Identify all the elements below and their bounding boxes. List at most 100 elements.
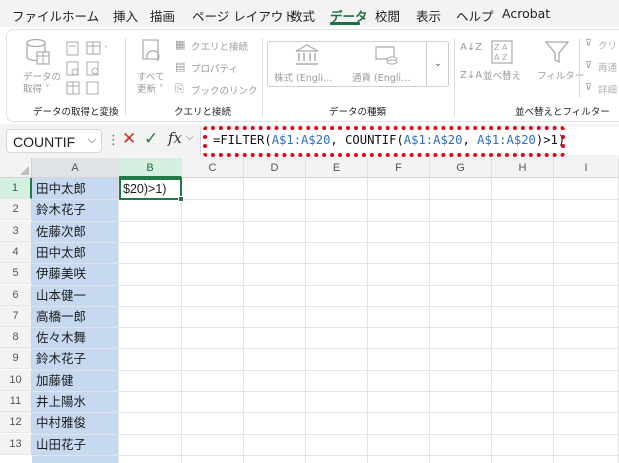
tab-file[interactable]: ファイル <box>12 6 62 25</box>
tab-help[interactable]: ヘルプ <box>456 6 494 25</box>
cell-a9[interactable]: 鈴木花子 <box>36 348 86 369</box>
refresh-all-button[interactable]: すべて 更新 ˅ <box>131 38 171 98</box>
tab-view[interactable]: 表示 <box>416 6 441 25</box>
column-header-b[interactable]: B <box>119 158 182 178</box>
edit-links-label: ブックのリンク <box>191 86 258 97</box>
active-tab-indicator <box>330 22 360 25</box>
cell-a5[interactable]: 伊藤美咲 <box>36 263 86 284</box>
column-gridline <box>305 178 306 463</box>
currencies-button[interactable]: 通貨 (Engli… <box>350 44 424 84</box>
row-header-4[interactable]: 4 <box>0 241 32 263</box>
row-gridline <box>32 241 619 243</box>
cell-a1[interactable]: 田中太郎 <box>36 178 86 199</box>
row-header-6[interactable]: 6 <box>0 284 32 306</box>
sort-descending-icon[interactable]: Z↓A <box>460 70 482 81</box>
column-header-g[interactable]: G <box>430 158 492 178</box>
worksheet-grid[interactable]: ABCDEFGHI 1 2 3 4 5 6 7 8 9 10 11 12 13 田中太郎 鈴木花子 佐藤次郎… <box>0 158 619 463</box>
row-header-1[interactable]: 1 <box>0 178 32 199</box>
column-header-d[interactable]: D <box>244 158 306 178</box>
svg-text:˅: ˅ <box>104 45 108 54</box>
cell-a8[interactable]: 佐々木舞 <box>36 327 86 348</box>
active-cell-b1[interactable]: $20)>1) <box>119 178 182 200</box>
clear-filter-icon: ⊽ <box>585 38 592 49</box>
cell-a4[interactable]: 田中太郎 <box>36 242 86 263</box>
row-header-13[interactable]: 13 <box>0 433 32 455</box>
name-box[interactable]: COUNTIF ⌵ <box>6 129 102 153</box>
tab-draw[interactable]: 描画 <box>150 6 175 25</box>
group-queries-label: クエリと接続 <box>174 107 232 118</box>
chevron-down-icon[interactable]: ⌵ <box>88 133 96 147</box>
cell-a6[interactable]: 山本健一 <box>36 285 86 306</box>
svg-text:A Z: A Z <box>494 53 508 62</box>
sort-button[interactable]: Z AA Z 並べ替え <box>483 38 527 98</box>
data-types-gallery: 株式 (Engli… 通貨 (Engli… ⌄ <box>267 41 449 87</box>
cell-a13[interactable]: 山田花子 <box>36 434 86 455</box>
column-header-c[interactable]: C <box>182 158 244 178</box>
fill-handle[interactable] <box>178 196 184 202</box>
insert-function-icon[interactable]: fx <box>168 129 182 147</box>
row-header-11[interactable]: 11 <box>0 391 32 412</box>
column-gridline <box>429 178 430 463</box>
cell-b1-value: $20)>1) <box>123 182 167 196</box>
row-header-12[interactable]: 12 <box>0 412 32 434</box>
chevron-down-icon[interactable]: ⌵ <box>186 132 194 143</box>
row-gridline <box>32 391 619 392</box>
tab-home[interactable]: ホーム <box>62 6 99 25</box>
filter-button[interactable]: フィルター <box>535 38 584 98</box>
tab-formulas[interactable]: 数式 <box>290 6 315 25</box>
column-header-e[interactable]: E <box>306 158 368 178</box>
cell-a2[interactable]: 鈴木花子 <box>36 199 86 220</box>
cancel-icon[interactable]: ✕ <box>122 129 136 149</box>
column-gridline <box>181 178 182 463</box>
reapply-filter-button[interactable]: ⊽ 再通 <box>585 60 619 76</box>
refresh-icon <box>142 39 160 62</box>
sort-ascending-icon[interactable]: A↓Z <box>460 42 482 53</box>
column-gridline <box>367 178 368 463</box>
cell-a3[interactable]: 佐藤次郎 <box>36 221 86 242</box>
enter-check-icon[interactable]: ✓ <box>144 129 158 149</box>
column-gridline <box>491 178 492 463</box>
data-types-more-button[interactable]: ⌄ <box>426 42 449 86</box>
row-header-3[interactable]: 3 <box>0 220 32 242</box>
clear-filter-button[interactable]: ⊽ クリ <box>585 38 619 54</box>
tab-review[interactable]: 校閲 <box>375 6 400 25</box>
edit-links-button[interactable]: ⎘ ブックのリンク <box>175 82 265 98</box>
get-data-label-2: 取得 ˅ <box>23 84 50 95</box>
currencies-label: 通貨 (Engli… <box>352 73 411 84</box>
tab-page-layout[interactable]: ページ レイアウト <box>192 6 296 25</box>
formula-highlight-annotation <box>203 126 565 157</box>
tab-acrobat[interactable]: Acrobat <box>502 6 550 21</box>
group-sort-filter-label: 並べ替えとフィルター <box>515 107 610 118</box>
row-header-2[interactable]: 2 <box>0 199 32 221</box>
row-header-5[interactable]: 5 <box>0 263 32 285</box>
column-header-i[interactable]: I <box>554 158 619 178</box>
tab-insert[interactable]: 挿入 <box>113 6 138 25</box>
column-header-f[interactable]: F <box>368 158 430 178</box>
row-header-10[interactable]: 10 <box>0 369 32 391</box>
cell-a11[interactable]: 井上陽水 <box>36 391 86 412</box>
cell-a10[interactable]: 加藤健 <box>36 370 74 391</box>
column-gridline <box>553 178 554 463</box>
properties-icon: ▤ <box>175 60 186 73</box>
advanced-filter-button[interactable]: ⊽ 詳細 <box>585 82 619 98</box>
cell-a12[interactable]: 中村雅俊 <box>36 412 86 433</box>
advanced-filter-label: 詳細 <box>598 85 618 96</box>
queries-connections-button[interactable]: ▦ クエリと接続 <box>175 38 265 54</box>
cell-a7[interactable]: 高橋一郎 <box>36 306 86 327</box>
column-header-a[interactable]: A <box>32 158 119 178</box>
properties-button[interactable]: ▤ プロパティ <box>175 60 265 76</box>
select-all-button[interactable] <box>0 158 32 178</box>
get-data-button[interactable]: データの 取得 ˅ <box>17 38 61 98</box>
more-options-icon[interactable]: ⋮ <box>107 133 120 148</box>
stocks-button[interactable]: 株式 (Engli… <box>272 44 346 84</box>
row-gridline <box>32 454 619 456</box>
sort-icon: Z AA Z <box>491 40 513 64</box>
column-header-h[interactable]: H <box>492 158 554 178</box>
properties-label: プロパティ <box>191 64 238 75</box>
links-icon: ⎘ <box>175 82 184 95</box>
row-header-8[interactable]: 8 <box>0 327 32 349</box>
row-gridline <box>32 412 619 414</box>
row-header-9[interactable]: 9 <box>0 348 32 370</box>
ribbon-tab-bar: ファイル ホーム 挿入 描画 ページ レイアウト 数式 データ 校閲 表示 ヘル… <box>0 0 619 27</box>
row-header-7[interactable]: 7 <box>0 305 32 327</box>
